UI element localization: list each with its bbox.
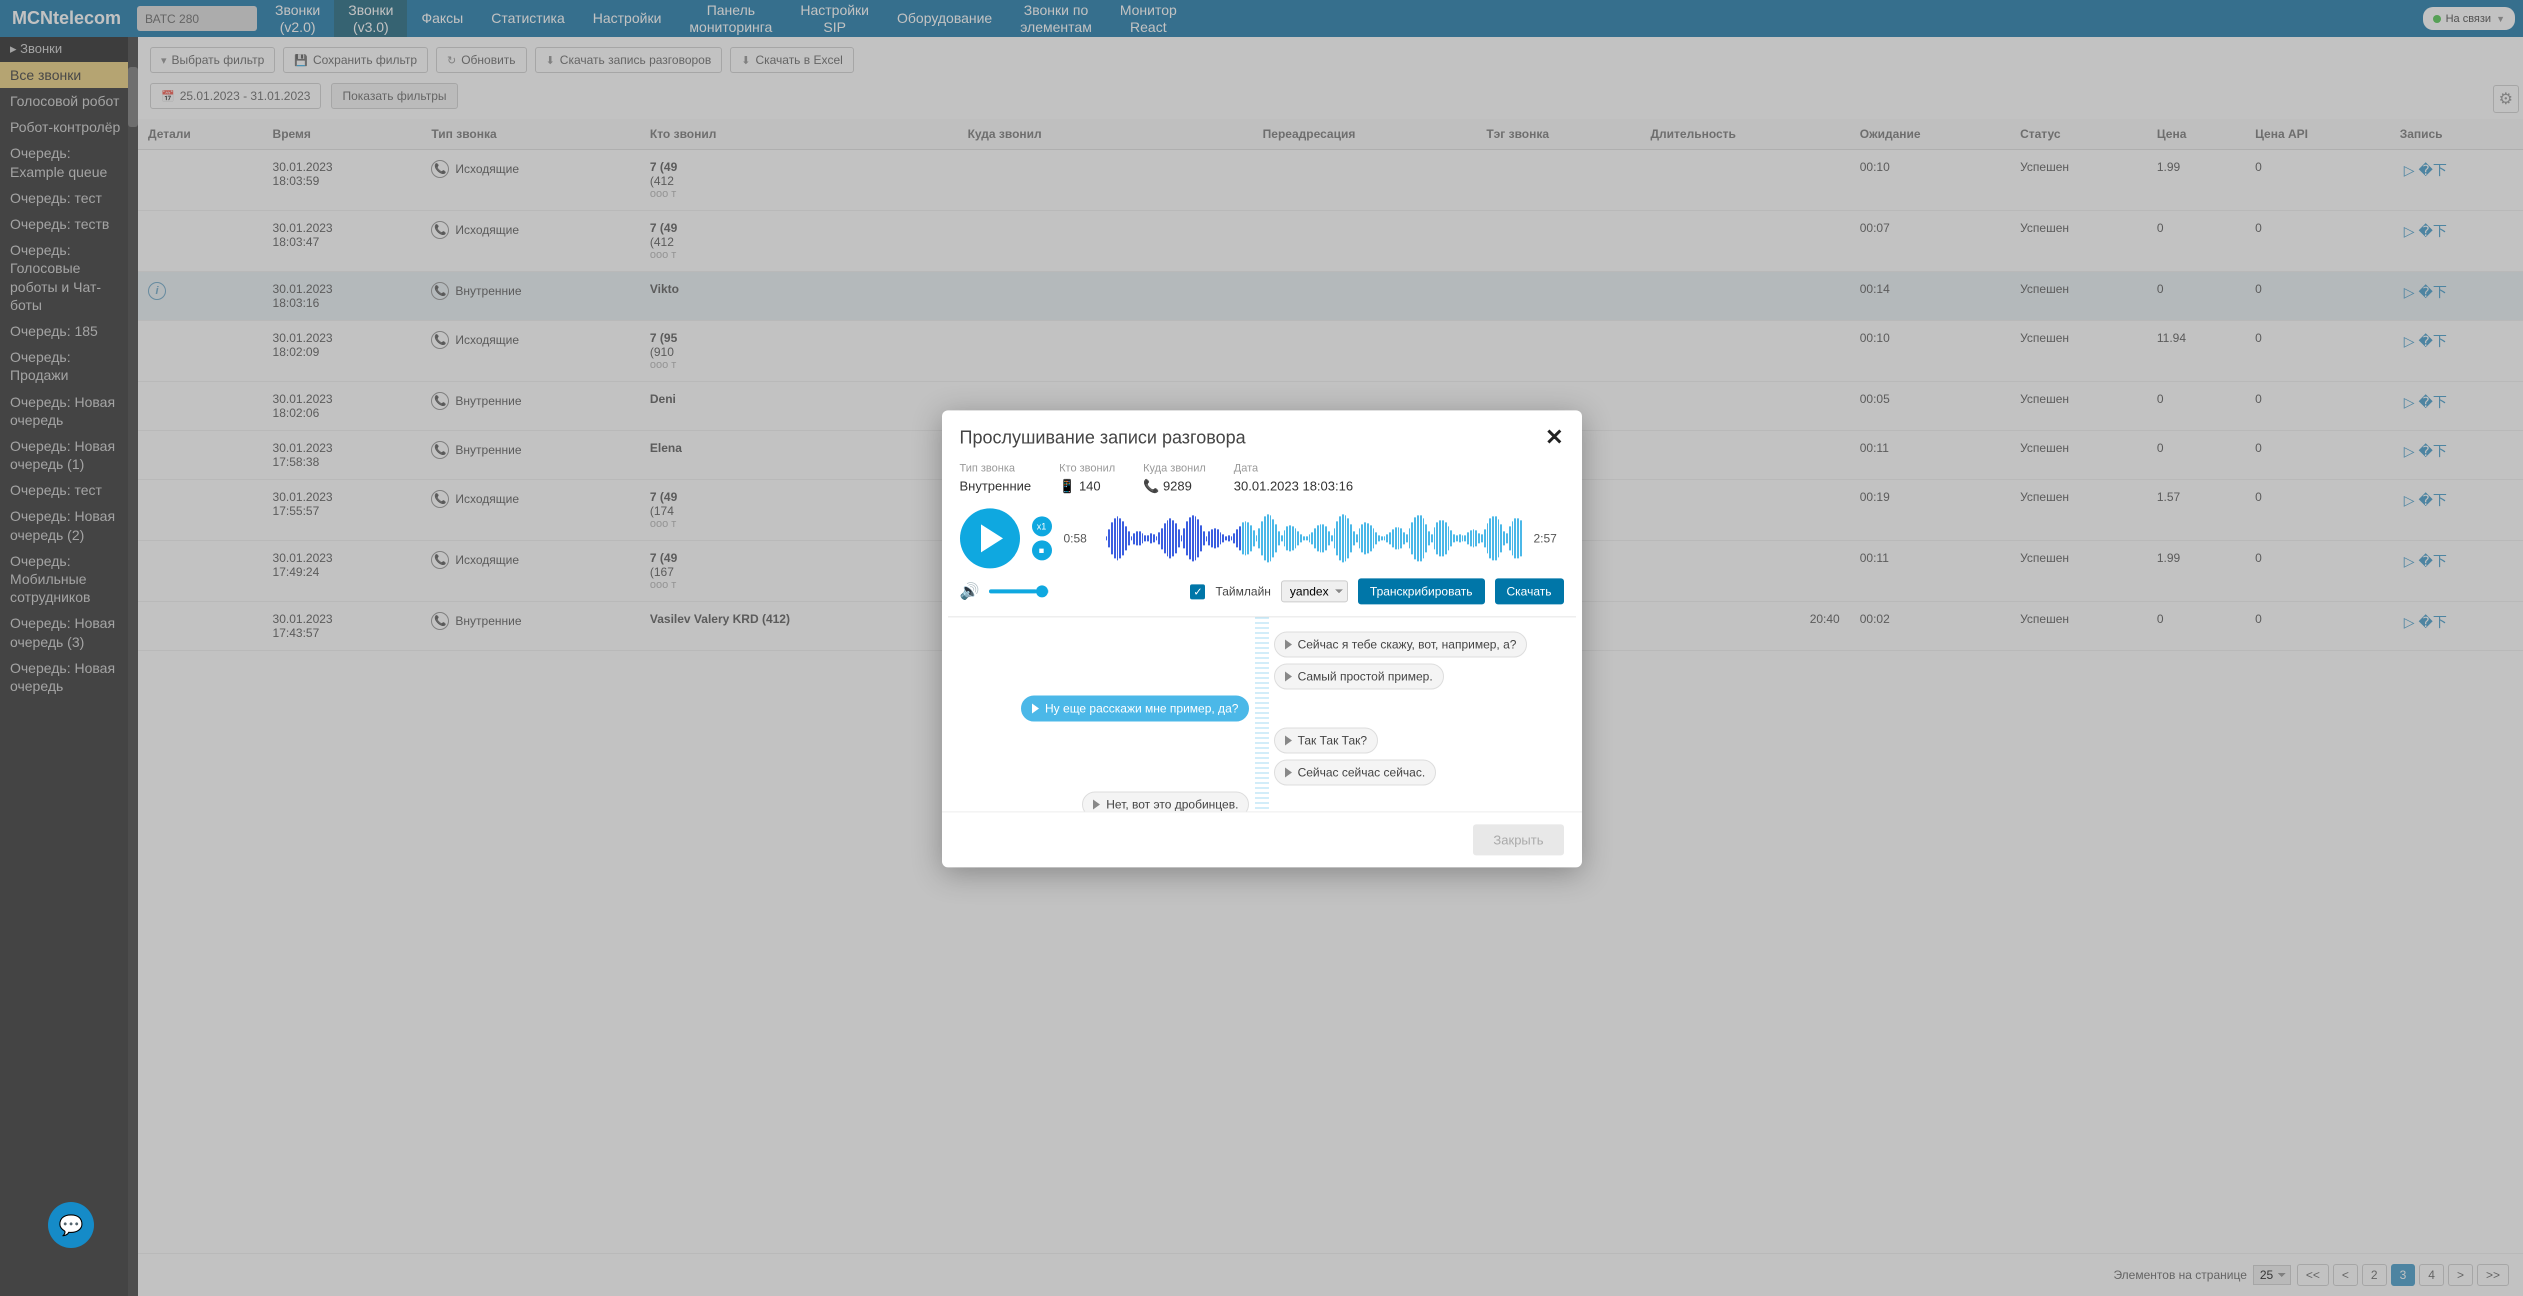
bubble-play-icon[interactable] <box>1285 639 1292 649</box>
waveform[interactable] <box>1106 511 1522 565</box>
time-current: 0:58 <box>1064 531 1094 545</box>
timeline-checkbox[interactable]: ✓ <box>1190 584 1205 599</box>
volume-slider[interactable] <box>989 589 1049 593</box>
label-call-type: Тип звонка <box>960 462 1032 474</box>
close-icon[interactable]: ✕ <box>1545 424 1563 450</box>
transcript-row: Ну еще расскажи мне пример, да? <box>960 695 1564 721</box>
volume-thumb[interactable] <box>1036 585 1048 597</box>
transcript-row: Сейчас я тебе скажу, вот, например, а? <box>960 631 1564 657</box>
transcript-bubble[interactable]: Так Так Так? <box>1274 727 1379 753</box>
transcript-row: Самый простой пример. <box>960 663 1564 689</box>
transcript-bubble[interactable]: Сейчас сейчас сейчас. <box>1274 759 1437 785</box>
transcript-bubble[interactable]: Ну еще расскажи мне пример, да? <box>1021 695 1249 721</box>
bubble-play-icon[interactable] <box>1093 799 1100 809</box>
modal-title: Прослушивание записи разговора <box>960 427 1246 448</box>
transcript-row: Сейчас сейчас сейчас. <box>960 759 1564 785</box>
volume-icon[interactable]: 🔊 <box>960 581 980 601</box>
transcribe-button[interactable]: Транскрибировать <box>1358 578 1485 604</box>
label-caller: Кто звонил <box>1059 462 1115 474</box>
provider-select[interactable]: yandex <box>1281 580 1348 602</box>
speed-button[interactable]: x1 <box>1032 516 1052 536</box>
label-callee: Куда звонил <box>1143 462 1206 474</box>
chat-fab[interactable]: 💬 <box>48 1202 94 1248</box>
bubble-play-icon[interactable] <box>1285 735 1292 745</box>
transcript-panel[interactable]: Сейчас я тебе скажу, вот, например, а? Са… <box>948 616 1576 811</box>
transcript-row: Нет, вот это дробинцев. <box>960 791 1564 811</box>
download-button[interactable]: Скачать <box>1495 578 1564 604</box>
transcript-bubble[interactable]: Нет, вот это дробинцев. <box>1082 791 1249 811</box>
bubble-play-icon[interactable] <box>1032 703 1039 713</box>
time-total: 2:57 <box>1534 531 1564 545</box>
bubble-play-icon[interactable] <box>1285 767 1292 777</box>
chat-icon: 💬 <box>59 1213 84 1238</box>
stop-button[interactable]: ■ <box>1032 540 1052 560</box>
timeline-label: Таймлайн <box>1215 584 1270 598</box>
transcript-bubble[interactable]: Сейчас я тебе скажу, вот, например, а? <box>1274 631 1528 657</box>
value-callee: 📞 9289 <box>1143 478 1206 494</box>
value-call-type: Внутренние <box>960 478 1032 493</box>
value-caller: 📱 140 <box>1059 478 1115 494</box>
close-button[interactable]: Закрыть <box>1473 824 1563 855</box>
transcript-row: Так Так Так? <box>960 727 1564 753</box>
play-button[interactable] <box>960 508 1020 568</box>
recording-playback-modal: Прослушивание записи разговора ✕ Тип зво… <box>942 410 1582 867</box>
transcript-bubble[interactable]: Самый простой пример. <box>1274 663 1444 689</box>
bubble-play-icon[interactable] <box>1285 671 1292 681</box>
label-date: Дата <box>1234 462 1353 474</box>
value-date: 30.01.2023 18:03:16 <box>1234 478 1353 493</box>
